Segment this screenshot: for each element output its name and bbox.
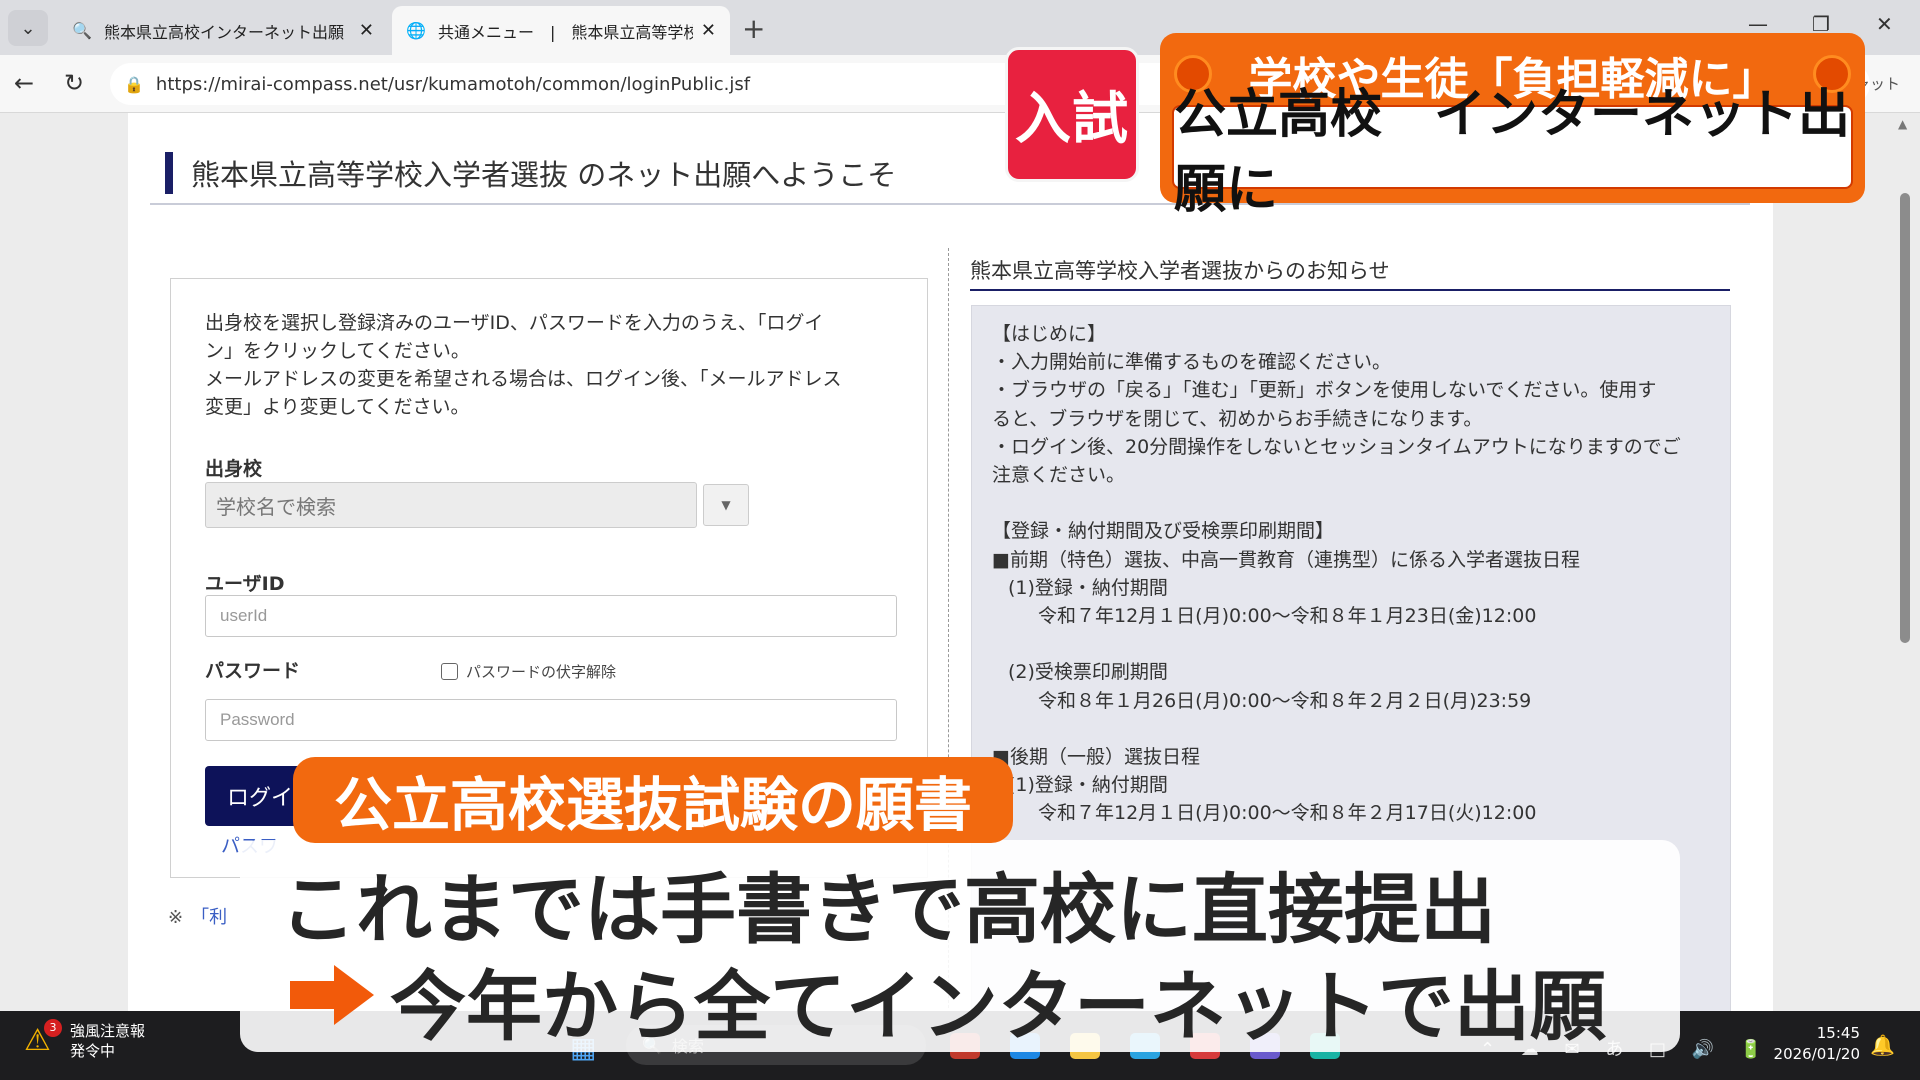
- arrow-right-icon: [290, 965, 374, 1025]
- warning-icon: ⚠ 3: [24, 1019, 62, 1059]
- clock-time: 15:45: [1816, 1024, 1860, 1042]
- tab-list-button[interactable]: ⌄: [8, 10, 48, 46]
- notice-line: ると、ブラウザを閉じて、初めからお手続きになります。: [992, 407, 1483, 430]
- scroll-up-icon[interactable]: ▲: [1898, 117, 1907, 131]
- headline-main: 公立高校 インターネット出願に: [1172, 85, 1853, 220]
- clock[interactable]: 15:45 2026/01/20: [1770, 1023, 1860, 1065]
- subtitle-banner: 公立高校選抜試験の願書: [293, 757, 1013, 843]
- scrollbar-thumb[interactable]: [1900, 193, 1910, 643]
- close-icon[interactable]: ✕: [359, 20, 374, 41]
- page-title: 熊本県立高等学校入学者選抜 のネット出願へようこそ: [191, 158, 897, 192]
- userid-input[interactable]: [205, 595, 897, 637]
- notice-line: ・ログイン後、20分間操作をしないとセッションタイムアウトになりますのでご: [992, 435, 1681, 458]
- notice-line: ・ブラウザの「戻る」「進む」「更新」ボタンを使用しないでください。使用す: [992, 379, 1657, 402]
- instruction-line: ン」をクリックしてください。: [205, 340, 470, 362]
- heading-accent-bar: [165, 152, 173, 194]
- globe-icon: 🌐: [406, 21, 426, 40]
- tab-title: 共通メニュー | 熊本県立高等学校入: [438, 22, 693, 42]
- reload-icon[interactable]: ↻: [64, 69, 84, 97]
- new-tab-button[interactable]: +: [742, 12, 765, 45]
- page-scrollbar[interactable]: ▲: [1898, 113, 1912, 1011]
- weather-text: 強風注意報 発令中: [70, 1021, 145, 1061]
- tab-search-results[interactable]: 🔍 熊本県立高校インターネット出願 熊 ✕: [58, 6, 388, 55]
- notice-line: 注意ください。: [992, 464, 1126, 487]
- chevron-down-icon: ⌄: [20, 17, 36, 39]
- warning-count-badge: 3: [44, 1019, 62, 1037]
- login-instructions: 出身校を選択し登録済みのユーザID、パスワードを入力のうえ、「ログイ ン」をクリ…: [205, 309, 895, 421]
- close-window-icon[interactable]: ✕: [1876, 12, 1893, 36]
- exam-badge: 入試: [1005, 47, 1139, 182]
- school-label: 出身校: [205, 458, 263, 480]
- notice-spacer: [992, 630, 1717, 658]
- userid-label: ユーザID: [205, 573, 285, 595]
- notice-line: 【登録・納付期間及び受検票印刷期間】: [992, 520, 1335, 543]
- tab-title: 熊本県立高校インターネット出願 熊: [104, 22, 351, 42]
- weather-status: 発令中: [70, 1042, 116, 1060]
- notice-line: ■後期（一般）選抜日程: [992, 746, 1200, 768]
- notices-title: 熊本県立高等学校入学者選抜からのお知らせ: [970, 255, 1730, 291]
- school-search-select[interactable]: 学校名で検索: [205, 482, 697, 528]
- notice-line: 令和７年12月１日(月)0:00～令和８年１月23日(金)12:00: [1038, 605, 1537, 628]
- school-dropdown-button[interactable]: ▼: [703, 484, 749, 526]
- instruction-line: 出身校を選択し登録済みのユーザID、パスワードを入力のうえ、「ログイ: [205, 312, 824, 334]
- notice-line: 令和７年12月１日(月)0:00～令和８年２月17日(火)12:00: [1038, 802, 1537, 825]
- notice-line: 【はじめに】: [992, 323, 1107, 345]
- notice-spacer: [992, 715, 1717, 743]
- search-icon: 🔍: [72, 21, 92, 40]
- password-reveal-toggle[interactable]: パスワードの伏字解除: [441, 661, 616, 682]
- caret-down-icon: ▼: [721, 498, 731, 512]
- instruction-line: メールアドレスの変更を希望される場合は、ログイン後、「メールアドレス: [205, 368, 842, 390]
- terms-note: ※ 「利: [168, 903, 227, 929]
- caption-line-1: これまでは手書きで高校に直接提出: [280, 865, 1496, 954]
- weather-alert: 強風注意報: [70, 1022, 146, 1040]
- notice-line: (2)受検票印刷期間: [1008, 661, 1168, 684]
- notice-line: ■前期（特色）選抜、中高一貫教育（連携型）に係る入学者選抜日程: [992, 548, 1580, 571]
- lock-icon[interactable]: 🔒: [124, 75, 144, 94]
- instruction-line: 変更」より変更してください。: [205, 396, 470, 418]
- terms-link[interactable]: 「利: [191, 907, 227, 928]
- clock-date: 2026/01/20: [1773, 1045, 1860, 1063]
- notice-line: (1)登録・納付期間: [1008, 774, 1168, 797]
- tab-active[interactable]: 🌐 共通メニュー | 熊本県立高等学校入 ✕: [392, 6, 730, 55]
- back-arrow-icon[interactable]: ←: [14, 69, 34, 97]
- password-reveal-checkbox[interactable]: [441, 663, 458, 680]
- caption-line-2: 今年から全てインターネットで出願: [390, 962, 1606, 1051]
- password-input[interactable]: [205, 699, 897, 741]
- notices-body: 【はじめに】 ・入力開始前に準備するものを確認ください。 ・ブラウザの「戻る」「…: [992, 320, 1717, 828]
- note-mark: ※: [168, 907, 184, 928]
- notification-bell-icon[interactable]: 🔔: [1870, 1033, 1895, 1057]
- url-text: https://mirai-compass.net/usr/kumamotoh/…: [155, 73, 751, 95]
- notice-spacer: [992, 489, 1717, 517]
- notice-line: ・入力開始前に準備するものを確認ください。: [992, 351, 1392, 374]
- password-reveal-label: パスワードの伏字解除: [466, 663, 617, 681]
- notice-line: (1)登録・納付期間: [1008, 576, 1168, 599]
- close-icon[interactable]: ✕: [701, 20, 716, 41]
- notice-line: 令和８年１月26日(月)0:00～令和８年２月２日(月)23:59: [1038, 689, 1532, 712]
- weather-widget[interactable]: ⚠ 3 強風注意報 発令中: [24, 1019, 145, 1061]
- password-label: パスワード: [205, 660, 301, 682]
- headline-banner: 学校や生徒「負担軽減に」 公立高校 インターネット出願に: [1160, 33, 1865, 220]
